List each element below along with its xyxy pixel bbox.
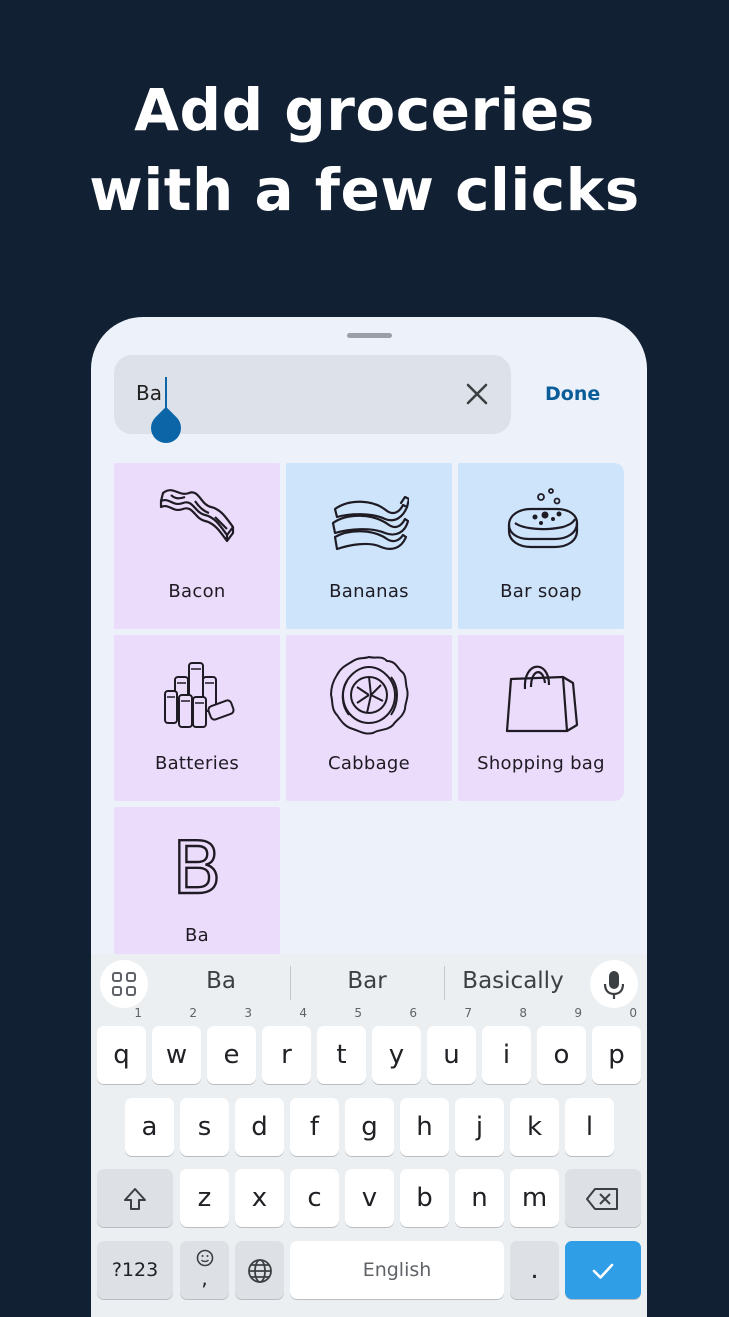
- item-tile-bacon[interactable]: Bacon: [114, 463, 280, 629]
- key-n[interactable]: n: [455, 1169, 504, 1227]
- letter-b-icon: B: [171, 827, 223, 907]
- item-tile-shopping-bag[interactable]: Shopping bag: [458, 635, 624, 801]
- key-h[interactable]: h: [400, 1098, 449, 1156]
- headline: Add groceries with a few clicks: [0, 70, 729, 230]
- checkmark-icon: [592, 1263, 614, 1279]
- bacon-icon: [159, 489, 235, 543]
- item-tile-bananas[interactable]: Bananas: [286, 463, 452, 629]
- on-screen-keyboard: Ba Bar Basically q1 w2 e3 r4 t5 y6 u7 i8…: [91, 954, 647, 1317]
- sheet-drag-handle[interactable]: [347, 333, 392, 338]
- key-z[interactable]: z: [180, 1169, 229, 1227]
- key-o[interactable]: o9: [537, 1007, 586, 1084]
- microphone-icon: [603, 971, 625, 999]
- voice-input-button[interactable]: [590, 960, 638, 1008]
- key-t[interactable]: t5: [317, 1007, 366, 1084]
- symbols-key[interactable]: ?123: [97, 1241, 173, 1299]
- item-label: Bacon: [168, 581, 226, 602]
- item-label: Shopping bag: [477, 753, 605, 774]
- language-key[interactable]: [235, 1241, 284, 1299]
- suggestion-1[interactable]: Ba: [161, 968, 281, 994]
- bananas-icon: [331, 495, 409, 551]
- emoji-comma-key[interactable]: ,: [180, 1241, 229, 1299]
- item-tile-cabbage[interactable]: Cabbage: [286, 635, 452, 801]
- enter-key[interactable]: [565, 1241, 641, 1299]
- key-s[interactable]: s: [180, 1098, 229, 1156]
- item-label: Ba: [185, 925, 209, 946]
- key-f[interactable]: f: [290, 1098, 339, 1156]
- space-bar[interactable]: English: [290, 1241, 504, 1299]
- comma-label: ,: [201, 1266, 208, 1290]
- item-grid: Bacon Bananas Bar soap Batteries Cabbage…: [114, 463, 624, 973]
- key-r[interactable]: r4: [262, 1007, 311, 1084]
- search-input-value[interactable]: Ba: [136, 381, 162, 405]
- shopping-bag-icon: [505, 665, 579, 733]
- key-k[interactable]: k: [510, 1098, 559, 1156]
- key-x[interactable]: x: [235, 1169, 284, 1227]
- suggestion-divider: [444, 966, 445, 1000]
- keyboard-menu-button[interactable]: [100, 960, 148, 1008]
- shift-arrow-icon: [124, 1187, 146, 1210]
- backspace-icon: [586, 1187, 618, 1210]
- suggestion-divider: [290, 966, 291, 1000]
- key-m[interactable]: m: [510, 1169, 559, 1227]
- key-u[interactable]: u7: [427, 1007, 476, 1084]
- key-p[interactable]: p0: [592, 1007, 641, 1084]
- cursor-handle[interactable]: [144, 406, 188, 450]
- backspace-key[interactable]: [565, 1169, 641, 1227]
- globe-icon: [247, 1258, 272, 1283]
- item-label: Cabbage: [327, 753, 411, 774]
- key-e[interactable]: e3: [207, 1007, 256, 1084]
- suggestion-3[interactable]: Basically: [453, 968, 573, 994]
- search-field[interactable]: Ba: [114, 355, 511, 450]
- cabbage-icon: [330, 656, 409, 735]
- key-l[interactable]: l: [565, 1098, 614, 1156]
- suggestion-strip: Ba Bar Basically: [91, 954, 647, 1014]
- key-g[interactable]: g: [345, 1098, 394, 1156]
- suggestion-2[interactable]: Bar: [307, 968, 427, 994]
- item-tile-custom[interactable]: B Ba: [114, 807, 280, 973]
- key-c[interactable]: c: [290, 1169, 339, 1227]
- item-label: Bananas: [329, 581, 409, 602]
- shift-key[interactable]: [97, 1169, 173, 1227]
- key-q[interactable]: q1: [97, 1007, 146, 1084]
- svg-text:B: B: [172, 827, 221, 907]
- key-w[interactable]: w2: [152, 1007, 201, 1084]
- key-b[interactable]: b: [400, 1169, 449, 1227]
- done-button[interactable]: Done: [545, 383, 600, 405]
- emoji-icon: [196, 1249, 213, 1267]
- key-j[interactable]: j: [455, 1098, 504, 1156]
- key-i[interactable]: i8: [482, 1007, 531, 1084]
- key-v[interactable]: v: [345, 1169, 394, 1227]
- apps-grid-icon: [112, 972, 136, 996]
- item-tile-batteries[interactable]: Batteries: [114, 635, 280, 801]
- item-tile-bar-soap[interactable]: Bar soap: [458, 463, 624, 629]
- phone-sheet: Ba Done Bacon Bananas Bar soap Batteries…: [91, 317, 647, 1317]
- close-icon[interactable]: [463, 380, 491, 408]
- key-d[interactable]: d: [235, 1098, 284, 1156]
- period-key[interactable]: .: [510, 1241, 559, 1299]
- batteries-icon: [164, 662, 235, 728]
- headline-line-2: with a few clicks: [89, 156, 640, 224]
- item-label: Bar soap: [500, 581, 582, 602]
- headline-line-1: Add groceries: [134, 76, 595, 144]
- key-a[interactable]: a: [125, 1098, 174, 1156]
- soap-icon: [507, 488, 579, 549]
- item-label: Batteries: [154, 753, 240, 774]
- key-y[interactable]: y6: [372, 1007, 421, 1084]
